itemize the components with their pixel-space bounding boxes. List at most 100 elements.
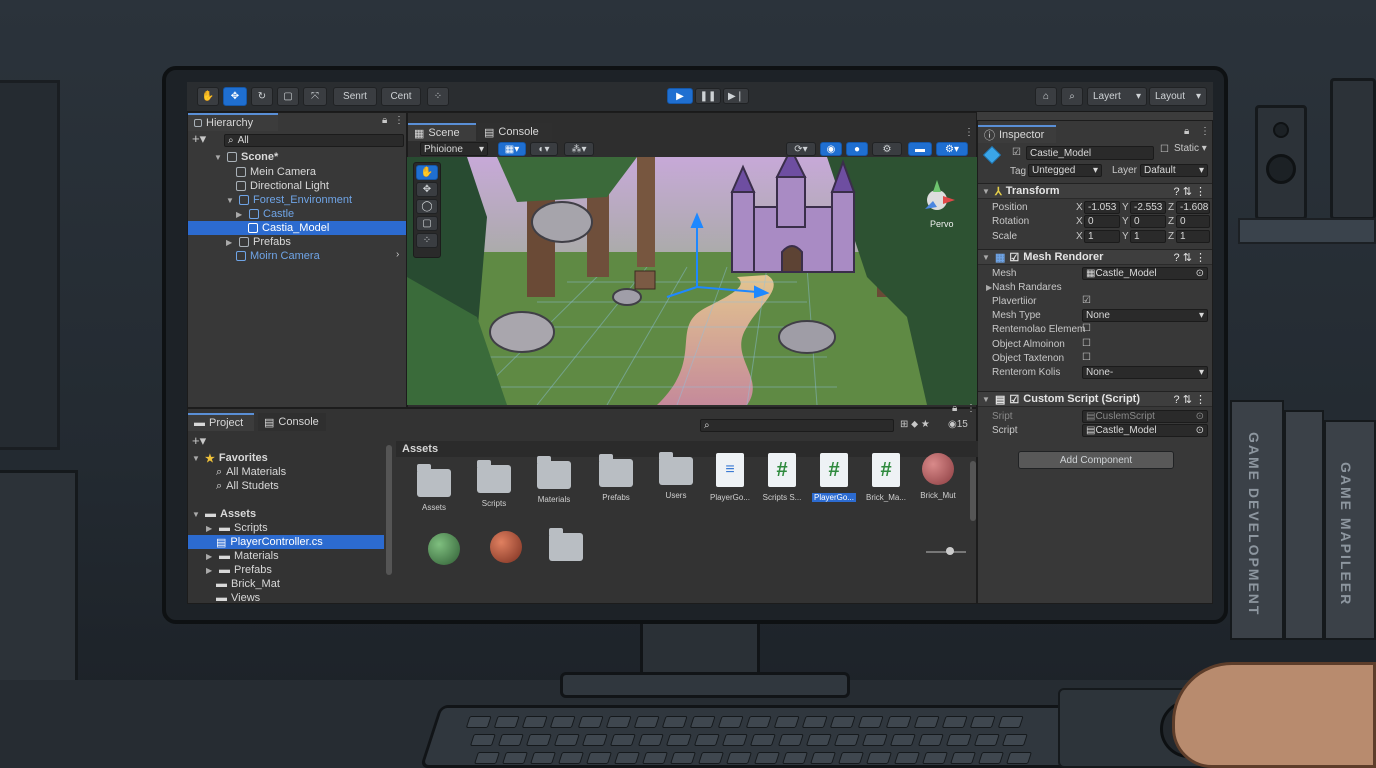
scene-viewport[interactable]: Pervo bbox=[407, 157, 977, 405]
asset-material[interactable] bbox=[478, 531, 534, 565]
tab-project[interactable]: ▬ Project bbox=[188, 413, 254, 431]
tab-inspector[interactable]: ⓘ Inspector bbox=[978, 125, 1056, 143]
rotate-tool-icon[interactable]: ◯ bbox=[416, 199, 438, 214]
scale-tool-icon[interactable]: ▢ bbox=[277, 87, 299, 106]
effects-toggle-icon[interactable]: ⁂▾ bbox=[564, 142, 594, 156]
search-icon[interactable]: ⌕ bbox=[1061, 87, 1083, 106]
list-item-scene[interactable]: ▼ Scone* bbox=[214, 150, 278, 164]
camera-settings-icon[interactable]: ⟳▾ bbox=[786, 142, 816, 156]
asset-material[interactable] bbox=[416, 533, 472, 567]
create-button[interactable]: +▾ bbox=[192, 131, 206, 147]
tree-scrollbar[interactable] bbox=[386, 445, 392, 575]
hand-tool-icon[interactable]: ✋ bbox=[416, 165, 438, 180]
lock-icon[interactable]: 🔒︎ bbox=[1184, 126, 1189, 137]
layer-dropdown[interactable]: Dafault ▾ bbox=[1140, 164, 1208, 177]
list-item-selected[interactable]: ▤ PlayerController.cs bbox=[188, 535, 384, 549]
menu-icon[interactable]: ⋮ bbox=[1200, 126, 1210, 137]
transform-tool-icon[interactable]: ⤧ bbox=[303, 87, 327, 106]
rotation-z-field[interactable]: 0 bbox=[1176, 215, 1210, 228]
list-item[interactable]: ▼ Forest_Environment bbox=[226, 193, 352, 207]
mesh-type-dropdown[interactable]: None ▾ bbox=[1082, 309, 1208, 322]
play-button[interactable]: ▶ bbox=[667, 88, 693, 104]
layout-dropdown[interactable]: Layout ▾ bbox=[1149, 87, 1207, 106]
object-picker-icon[interactable]: ⊙ bbox=[1196, 268, 1204, 279]
visibility-icon[interactable]: ◉ bbox=[820, 142, 842, 156]
list-item[interactable]: ▶ ▬ Scripts bbox=[206, 521, 268, 535]
position-z-field[interactable]: -1.608 bbox=[1176, 201, 1210, 214]
menu-icon[interactable]: ⋮ bbox=[394, 115, 404, 126]
component-menu-icon[interactable]: ? ⇅ ⋮ bbox=[1174, 251, 1206, 264]
list-item[interactable]: ▶ ▬ Materials bbox=[206, 549, 279, 563]
tab-scene[interactable]: ▦ Scene bbox=[408, 123, 476, 141]
toggle-checkbox[interactable]: ☑ bbox=[1082, 295, 1091, 306]
active-checkbox[interactable]: ☑ bbox=[1012, 147, 1021, 158]
asset-folder[interactable]: Scripts bbox=[466, 460, 522, 525]
renterom-dropdown[interactable]: None- ▾ bbox=[1082, 366, 1208, 379]
custom-tool-icon[interactable]: ⁘ bbox=[416, 233, 438, 248]
menu-icon[interactable]: ⋮ bbox=[966, 403, 976, 414]
list-item[interactable]: ⌕ All Materials bbox=[216, 465, 286, 479]
rotate-tool-icon[interactable]: ↻ bbox=[251, 87, 273, 106]
list-item[interactable]: ▬ Views bbox=[216, 591, 260, 604]
2d-toggle-icon[interactable]: ▦▾ bbox=[498, 142, 526, 156]
asset-folder[interactable]: Users bbox=[648, 452, 704, 517]
scale-y-field[interactable]: 1 bbox=[1130, 230, 1166, 243]
shading-mode-dropdown[interactable]: Phioione ▾ bbox=[420, 142, 488, 156]
toggle-checkbox[interactable]: ☐ bbox=[1082, 352, 1091, 363]
asset-file[interactable]: ≡ PlayerGo... bbox=[702, 453, 758, 513]
static-checkbox[interactable]: ☐ bbox=[1160, 144, 1169, 155]
list-item[interactable]: ▶ ▬ Prefabs bbox=[206, 563, 272, 577]
step-button[interactable]: ▶❘ bbox=[723, 88, 749, 104]
grid-scrollbar[interactable] bbox=[970, 461, 976, 521]
mesh-object-field[interactable]: ▦ Castle_Model ⊙ bbox=[1082, 267, 1208, 280]
tab-hierarchy[interactable]: Hierarchy bbox=[188, 113, 278, 131]
tools-icon[interactable]: ⚙ bbox=[872, 142, 902, 156]
audio-toggle-icon[interactable]: ◐▾ bbox=[530, 142, 558, 156]
mesh-renderer-header[interactable]: ▼ ▦ ☑ Mesh Rendorer? ⇅ ⋮ bbox=[978, 249, 1212, 265]
rect-tool-icon[interactable]: ▢ bbox=[416, 216, 438, 231]
project-search-input[interactable]: ⌕ bbox=[700, 419, 894, 432]
enabled-checkbox[interactable]: ☑ bbox=[1009, 393, 1019, 406]
static-dropdown[interactable]: Static ▾ bbox=[1174, 143, 1207, 154]
pivot-button[interactable]: Senrt bbox=[333, 87, 377, 106]
list-item[interactable]: ▬ Brick_Mat bbox=[216, 577, 280, 591]
list-item[interactable]: ⌕ All Studets bbox=[216, 479, 279, 493]
toggle-checkbox[interactable]: ☐ bbox=[1082, 338, 1091, 349]
tab-console[interactable]: ▤ Console bbox=[258, 413, 326, 431]
create-button[interactable]: +▾ bbox=[192, 433, 206, 449]
list-item[interactable]: ▶ Prefabs bbox=[226, 235, 291, 249]
light-icon[interactable]: ● bbox=[846, 142, 868, 156]
scale-z-field[interactable]: 1 bbox=[1176, 230, 1210, 243]
asset-folder[interactable]: Prefabs bbox=[588, 454, 644, 519]
asset-folder[interactable]: Assets bbox=[406, 464, 462, 529]
collab-icon[interactable]: ⌂ bbox=[1035, 87, 1057, 106]
settings-icon[interactable]: ⚙▾ bbox=[936, 142, 968, 156]
asset-script[interactable]: # Scripts S... bbox=[754, 453, 810, 513]
custom-script-header[interactable]: ▼ ▤ ☑ Custom Script (Script)? ⇅ ⋮ bbox=[978, 391, 1212, 407]
asset-material[interactable]: Brick_Mut bbox=[910, 453, 966, 513]
asset-folder[interactable]: Materials bbox=[526, 456, 582, 521]
tag-dropdown[interactable]: Untegged ▾ bbox=[1028, 164, 1102, 177]
filter-icons[interactable]: ⊞ ⬥ ★ bbox=[900, 419, 930, 430]
gizmos-icon[interactable]: ▬ bbox=[908, 142, 932, 156]
pause-button[interactable]: ❚❚ bbox=[695, 88, 721, 104]
list-item-selected[interactable]: Castia_Model bbox=[188, 221, 406, 235]
toggle-checkbox[interactable]: ☐ bbox=[1082, 323, 1091, 334]
asset-folder[interactable] bbox=[538, 528, 594, 567]
tab-console[interactable]: ▤ Console bbox=[478, 123, 552, 141]
position-y-field[interactable]: -2.553 bbox=[1130, 201, 1166, 214]
hand-tool-icon[interactable]: ✋ bbox=[197, 87, 219, 106]
menu-icon[interactable]: ⋮ bbox=[964, 127, 974, 138]
favorites-header[interactable]: ▼ ★ Favorites bbox=[192, 451, 268, 465]
assets-header[interactable]: ▼ ▬ Assets bbox=[192, 507, 256, 521]
mesh-row[interactable]: ▶Nash Randares bbox=[986, 282, 1062, 293]
script-reference-field[interactable]: ▤ Castle_Model ⊙ bbox=[1082, 424, 1208, 437]
object-picker-icon[interactable]: ⊙ bbox=[1196, 425, 1204, 436]
layers-dropdown[interactable]: Layert ▾ bbox=[1087, 87, 1147, 106]
hierarchy-search-input[interactable]: ⌕ All bbox=[224, 134, 404, 147]
move-tool-icon[interactable]: ✥ bbox=[223, 87, 247, 106]
position-x-field[interactable]: -1.053 bbox=[1084, 201, 1120, 214]
list-item[interactable]: Moirn Camera bbox=[236, 249, 320, 263]
slider-handle[interactable] bbox=[946, 547, 954, 555]
enabled-checkbox[interactable]: ☑ bbox=[1009, 251, 1019, 264]
